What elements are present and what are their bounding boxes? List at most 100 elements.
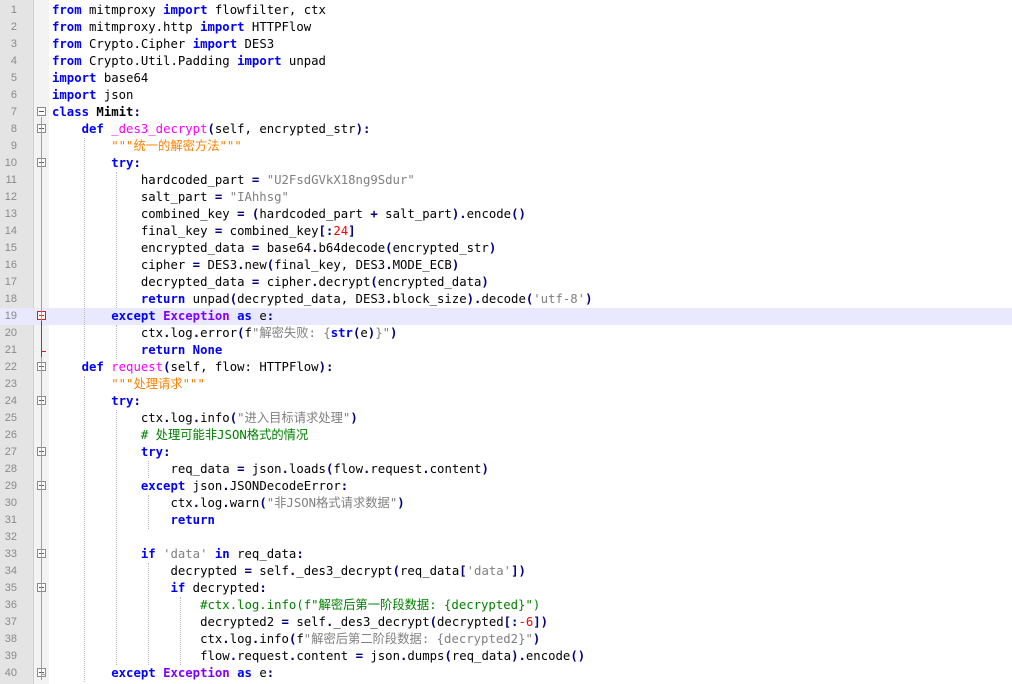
code-token: self, encrypted_str — [214, 122, 356, 136]
code-token: as — [237, 309, 252, 323]
code-line[interactable]: 19 except Exception as e: — [0, 308, 1012, 325]
code-line[interactable]: 6 import json — [0, 87, 1012, 104]
line-number: 34 — [4, 565, 17, 577]
code-token: ) — [397, 496, 405, 510]
code-token: content — [296, 649, 356, 663]
code-token: 'utf-8' — [533, 292, 586, 306]
code-line[interactable]: 35 if decrypted: — [0, 580, 1012, 597]
code-line[interactable]: 31 return — [0, 512, 1012, 529]
code-line[interactable]: 26 # 处理可能非JSON格式的情况 — [0, 427, 1012, 444]
code-token: ) — [451, 258, 460, 272]
code-line[interactable]: 9 """统一的解密方法""" — [0, 138, 1012, 155]
code-token: content — [429, 462, 482, 476]
code-token: ( — [392, 564, 400, 578]
code-line[interactable]: 1 from mitmproxy import flowfilter, ctx — [0, 2, 1012, 19]
code-token: . — [222, 496, 230, 510]
code-line[interactable]: 5 import base64 — [0, 70, 1012, 87]
line-number: 3 — [10, 38, 17, 50]
code-token: "U2FsdGVkX18ng9Sdur" — [266, 173, 415, 187]
code-text: decrypted_data = cipher.decrypt(encrypte… — [52, 274, 489, 291]
indent-guide — [116, 325, 117, 359]
code-token: return — [140, 343, 186, 357]
code-line[interactable]: 36 #ctx.log.info(f"解密后第一阶段数据: {decrypted… — [0, 597, 1012, 614]
code-token: req_data — [400, 564, 460, 578]
code-line[interactable]: 22 def request(self, flow: HTTPFlow): — [0, 359, 1012, 376]
code-token: = — [192, 258, 201, 272]
code-text: decrypted2 = self._des3_decrypt(decrypte… — [52, 614, 548, 631]
indent-guide — [116, 410, 117, 665]
code-token: ) — [390, 326, 398, 340]
code-token: e — [251, 309, 267, 323]
code-line[interactable]: 23 """处理请求""" — [0, 376, 1012, 393]
code-line[interactable]: 17 decrypted_data = cipher.decrypt(encry… — [0, 274, 1012, 291]
code-line[interactable]: 24 try: — [0, 393, 1012, 410]
code-line[interactable]: 37 decrypted2 = self._des3_decrypt(decry… — [0, 614, 1012, 631]
code-text: def _des3_decrypt(self, encrypted_str): — [52, 121, 371, 138]
code-line[interactable]: 16 cipher = DES3.new(final_key, DES3.MOD… — [0, 257, 1012, 274]
code-token: cipher — [259, 275, 312, 289]
code-line[interactable]: 30 ctx.log.warn("非JSON格式请求数据") — [0, 495, 1012, 512]
indent-guide — [116, 172, 117, 308]
line-number: 15 — [4, 242, 17, 254]
code-line[interactable]: 28 req_data = json.loads(flow.request.co… — [0, 461, 1012, 478]
code-token: ctx — [52, 496, 193, 510]
code-token: final_key, DES3 — [274, 258, 386, 272]
code-line[interactable]: 39 flow.request.content = json.dumps(req… — [0, 648, 1012, 665]
code-line[interactable]: 4 from Crypto.Util.Padding import unpad — [0, 53, 1012, 70]
code-token: ( — [207, 122, 215, 136]
code-line[interactable]: 40 except Exception as e: — [0, 665, 1012, 682]
code-token: = — [237, 462, 245, 476]
line-number: 16 — [4, 259, 17, 271]
code-token: base64 — [96, 71, 149, 85]
code-token: request — [237, 649, 289, 663]
code-token: json — [244, 462, 282, 476]
code-line[interactable]: 38 ctx.log.info(f"解密后第二阶段数据: {decrypted2… — [0, 631, 1012, 648]
code-line[interactable]: 15 encrypted_data = base64.b64decode(enc… — [0, 240, 1012, 257]
code-token: decrypted — [185, 581, 260, 595]
code-text: #ctx.log.info(f"解密后第一阶段数据: {decrypted}") — [52, 597, 540, 614]
code-line[interactable]: 11 hardcoded_part = "U2FsdGVkX18ng9Sdur" — [0, 172, 1012, 189]
code-editor[interactable]: 1 from mitmproxy import flowfilter, ctx 2 f… — [0, 0, 1012, 684]
code-line[interactable]: 18 return unpad(decrypted_data, DES3.blo… — [0, 291, 1012, 308]
code-text: except json.JSONDecodeError: — [52, 478, 348, 495]
code-line[interactable]: 34 decrypted = self._des3_decrypt(req_da… — [0, 563, 1012, 580]
code-token: request — [370, 462, 423, 476]
code-line[interactable]: 14 final_key = combined_key[:24] — [0, 223, 1012, 240]
code-line[interactable]: 25 ctx.log.info("进入目标请求处理") — [0, 410, 1012, 427]
code-line[interactable]: 13 combined_key = (hardcoded_part + salt… — [0, 206, 1012, 223]
code-token: = — [281, 615, 289, 629]
line-number: 13 — [4, 208, 17, 220]
code-line[interactable]: 7 class Mimit: — [0, 104, 1012, 121]
line-number: 11 — [5, 174, 17, 186]
line-number: 17 — [4, 276, 17, 288]
code-line[interactable]: 20 ctx.log.error(f"解密失败: {str(e)}") — [0, 325, 1012, 342]
code-line[interactable]: 10 try: — [0, 155, 1012, 172]
code-text: try: — [52, 155, 141, 172]
code-token: encode — [466, 207, 512, 221]
code-token: _des3_decrypt — [333, 615, 430, 629]
code-line[interactable]: 33 if 'data' in req_data: — [0, 546, 1012, 563]
code-line[interactable]: 3 from Crypto.Cipher import DES3 — [0, 36, 1012, 53]
code-token: try — [140, 445, 164, 459]
code-token: ( — [229, 411, 238, 425]
code-line[interactable]: 21 return None — [0, 342, 1012, 359]
fold-toggle-icon[interactable] — [37, 107, 46, 116]
code-line[interactable]: 12 salt_part = "IAhhsg" — [0, 189, 1012, 206]
code-token: ) — [585, 292, 593, 306]
code-line[interactable]: 2 from mitmproxy.http import HTTPFlow — [0, 19, 1012, 36]
code-line[interactable]: 27 try: — [0, 444, 1012, 461]
line-number: 39 — [4, 650, 17, 662]
code-line[interactable]: 29 except json.JSONDecodeError: — [0, 478, 1012, 495]
line-number: 19 — [4, 310, 17, 322]
code-token: if — [140, 547, 156, 561]
code-text: ctx.log.error(f"解密失败: {str(e)}") — [52, 325, 398, 342]
code-line[interactable]: 8 def _des3_decrypt(self, encrypted_str)… — [0, 121, 1012, 138]
code-token: DES3 — [200, 258, 238, 272]
code-line[interactable]: 32 — [0, 529, 1012, 546]
code-token: return — [140, 292, 186, 306]
